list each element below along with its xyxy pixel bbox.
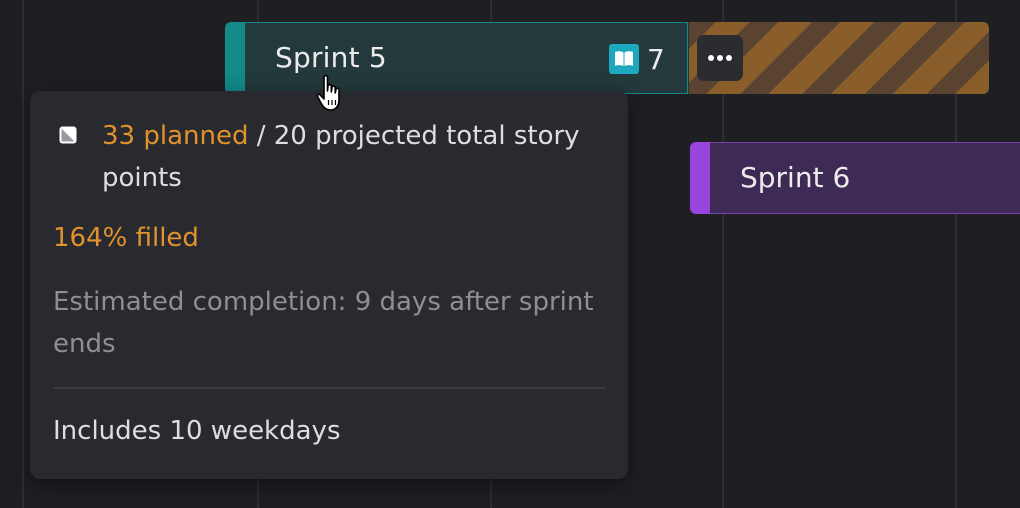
sprint-name: Sprint 5 [275,41,387,74]
weekday-count: Includes 10 weekdays [53,416,341,446]
more-horizontal-icon-dot [717,55,723,61]
sprint-color-accent [690,142,710,214]
sprint-more-options-button[interactable] [697,35,743,81]
pointer-hand-icon [315,74,351,114]
planned-points: 33 planned [102,121,249,151]
story-count-value: 7 [647,42,665,76]
sprint-capacity-tooltip: 33 planned / 20 projected total story po… [30,91,628,479]
sprint-color-accent [225,22,245,94]
divider [53,387,605,389]
estimated-completion: Estimated completion: 9 days after sprin… [53,287,594,359]
half-filled-square-icon [58,125,78,145]
capacity-filled-percent: 164% filled [53,223,199,253]
more-horizontal-icon [708,55,714,61]
capacity-summary: 33 planned / 20 projected total story po… [102,115,602,199]
timeline-gridline [22,0,24,508]
sprint-bar-sprint-6[interactable]: Sprint 6 [690,142,1020,214]
more-horizontal-icon-dot [726,55,732,61]
sprint-name: Sprint 6 [740,161,851,194]
story-count: 7 [609,42,665,76]
book-open-icon [609,44,639,74]
